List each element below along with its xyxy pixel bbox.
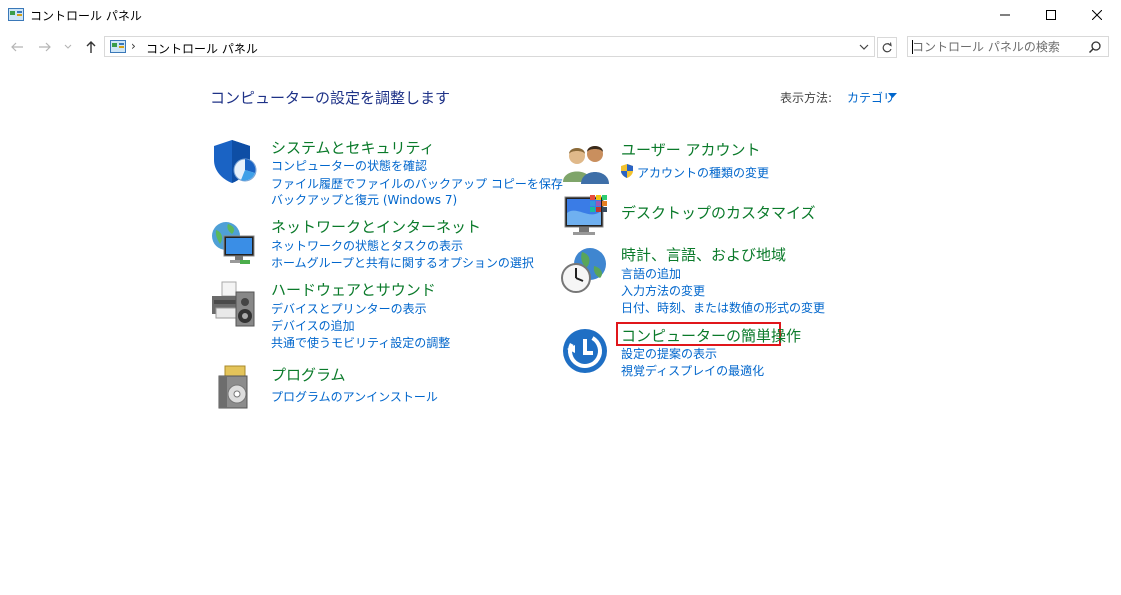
category-title-user-accounts[interactable]: ユーザー アカウント bbox=[621, 139, 760, 160]
link-network-status-tasks[interactable]: ネットワークの状態とタスクの表示 bbox=[271, 237, 463, 254]
link-homegroup-sharing-options[interactable]: ホームグループと共有に関するオプションの選択 bbox=[271, 254, 534, 271]
ease-of-access-icon[interactable] bbox=[563, 327, 611, 375]
printer-speaker-icon[interactable] bbox=[210, 280, 258, 328]
link-optimize-visual-display[interactable]: 視覚ディスプレイの最適化 bbox=[621, 362, 764, 379]
minimize-button[interactable] bbox=[982, 0, 1028, 30]
breadcrumb-separator[interactable]: › bbox=[131, 39, 136, 53]
link-uninstall-program[interactable]: プログラムのアンインストール bbox=[271, 388, 438, 405]
category-title-appearance[interactable]: デスクトップのカスタマイズ bbox=[621, 202, 816, 223]
programs-box-icon[interactable] bbox=[215, 364, 263, 412]
up-button[interactable] bbox=[82, 39, 100, 55]
refresh-button[interactable] bbox=[877, 37, 897, 58]
link-devices-printers[interactable]: デバイスとプリンターの表示 bbox=[271, 300, 427, 317]
text-caret bbox=[912, 40, 913, 54]
navigation-bar: › コントロール パネル › bbox=[0, 34, 1121, 60]
chevron-down-icon[interactable] bbox=[858, 39, 870, 55]
dropdown-arrow-icon[interactable] bbox=[888, 93, 897, 99]
link-check-computer-status[interactable]: コンピューターの状態を確認 bbox=[271, 157, 427, 174]
link-mobility-settings[interactable]: 共通で使うモビリティ設定の調整 bbox=[271, 334, 450, 351]
link-add-language[interactable]: 言語の追加 bbox=[621, 265, 681, 282]
refresh-icon bbox=[882, 41, 892, 52]
link-change-input-method[interactable]: 入力方法の変更 bbox=[621, 282, 705, 299]
title-bar: コントロール パネル bbox=[0, 0, 1121, 30]
category-title-programs[interactable]: プログラム bbox=[271, 364, 346, 385]
control-panel-icon bbox=[110, 40, 126, 53]
category-title-network-internet[interactable]: ネットワークとインターネット bbox=[271, 216, 481, 237]
clock-globe-icon[interactable] bbox=[560, 246, 608, 294]
link-change-date-time-number-format[interactable]: 日付、時刻、または数値の形式の変更 bbox=[621, 299, 825, 316]
view-by-label: 表示方法: bbox=[780, 91, 833, 105]
maximize-button[interactable] bbox=[1028, 0, 1074, 30]
link-backup-restore[interactable]: バックアップと復元 (Windows 7) bbox=[271, 191, 457, 208]
back-button[interactable] bbox=[8, 39, 26, 55]
close-icon bbox=[1092, 10, 1102, 20]
breadcrumb-control-panel[interactable]: コントロール パネル bbox=[146, 40, 258, 57]
minimize-icon bbox=[1000, 14, 1010, 16]
chevron-down-icon bbox=[64, 44, 72, 49]
back-arrow-icon bbox=[11, 42, 23, 52]
category-title-system-security[interactable]: システムとセキュリティ bbox=[271, 137, 435, 158]
forward-arrow-icon bbox=[39, 42, 51, 52]
address-bar[interactable]: › コントロール パネル › bbox=[104, 36, 875, 57]
maximize-icon bbox=[1046, 10, 1056, 20]
network-globe-icon[interactable] bbox=[210, 218, 258, 266]
search-box[interactable] bbox=[907, 36, 1109, 57]
window-title: コントロール パネル bbox=[30, 9, 142, 23]
up-arrow-icon bbox=[86, 41, 96, 53]
search-input[interactable] bbox=[912, 39, 1082, 54]
link-add-device[interactable]: デバイスの追加 bbox=[271, 317, 355, 334]
category-title-ease-of-access[interactable]: コンピューターの簡単操作 bbox=[621, 325, 801, 346]
control-panel-icon bbox=[8, 8, 24, 21]
uac-shield-icon bbox=[621, 164, 633, 178]
shield-icon[interactable] bbox=[211, 138, 259, 186]
category-title-hardware-sound[interactable]: ハードウェアとサウンド bbox=[271, 279, 436, 300]
forward-button[interactable] bbox=[36, 39, 54, 55]
link-file-history-backup[interactable]: ファイル履歴でファイルのバックアップ コピーを保存 bbox=[271, 175, 563, 192]
link-view-recommended-settings[interactable]: 設定の提案の表示 bbox=[621, 345, 717, 362]
link-change-account-type[interactable]: アカウントの種類の変更 bbox=[637, 164, 769, 181]
users-icon[interactable] bbox=[563, 140, 611, 188]
search-icon[interactable] bbox=[1088, 40, 1102, 54]
page-title: コンピューターの設定を調整します bbox=[210, 89, 451, 107]
breadcrumb-separator[interactable]: › bbox=[236, 39, 241, 53]
desktop-customize-icon[interactable] bbox=[563, 193, 611, 241]
category-title-clock-language-region[interactable]: 時計、言語、および地域 bbox=[621, 244, 786, 265]
close-button[interactable] bbox=[1074, 0, 1120, 30]
recent-locations-button[interactable] bbox=[62, 39, 74, 55]
